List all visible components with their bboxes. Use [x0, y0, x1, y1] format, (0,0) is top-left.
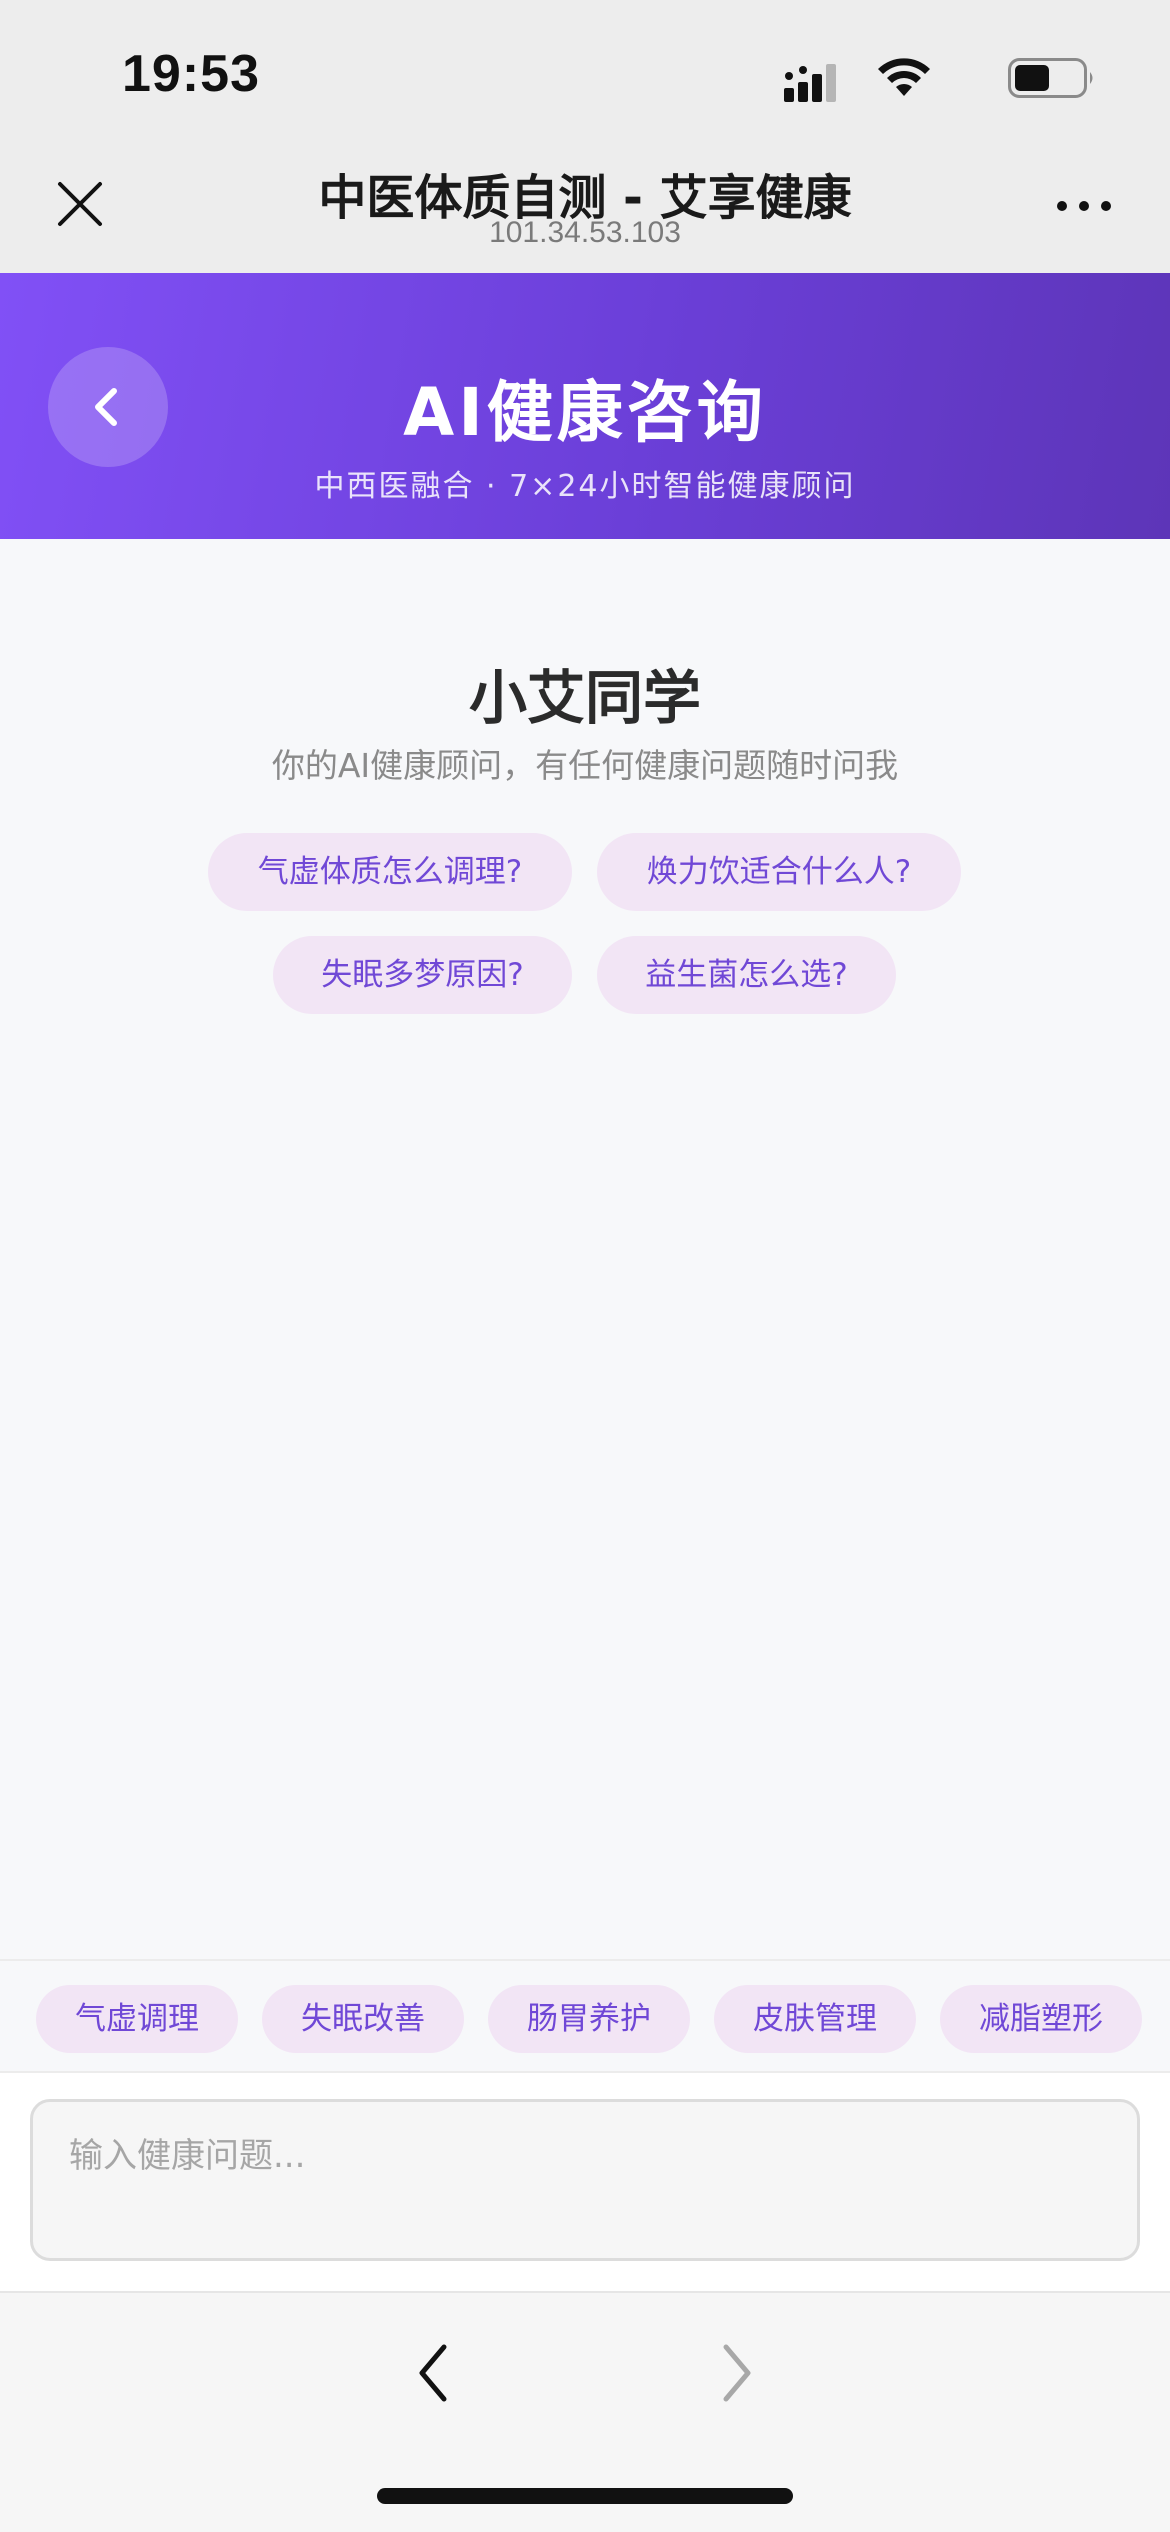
quick-tag[interactable]: 失眠改善 [262, 1985, 464, 2053]
browser-nav-bar: 中医体质自测 - 艾享健康 101.34.53.103 [0, 140, 1170, 273]
status-bar: 19:53 [0, 0, 1170, 140]
quick-tag[interactable]: 气虚调理 [36, 1985, 238, 2053]
wifi-icon [878, 58, 930, 96]
browser-back-icon[interactable] [410, 2333, 460, 2413]
page-header: AI健康咨询 中西医融合 · 7×24小时智能健康顾问 [0, 273, 1170, 539]
page-title: AI健康咨询 [403, 374, 767, 451]
battery-icon [1008, 58, 1093, 98]
more-options-icon[interactable] [1056, 198, 1112, 214]
assistant-description: 你的AI健康顾问，有任何健康问题随时问我 [271, 746, 899, 785]
cellular-signal-icon [784, 64, 836, 102]
quick-tag[interactable]: 肠胃养护 [488, 1985, 690, 2053]
status-icons [696, 52, 1096, 102]
input-panel [0, 2071, 1170, 2291]
quick-tags-row[interactable]: 气虚调理 失眠改善 肠胃养护 皮肤管理 减脂塑形 [0, 1959, 1170, 2071]
home-indicator [377, 2488, 793, 2504]
suggestion-chip[interactable]: 焕力饮适合什么人? [597, 833, 961, 911]
browser-url: 101.34.53.103 [489, 216, 681, 249]
quick-tag[interactable]: 皮肤管理 [714, 1985, 916, 2053]
chat-area: 小艾同学 你的AI健康顾问，有任何健康问题随时问我 气虚体质怎么调理? 焕力饮适… [0, 539, 1170, 1959]
browser-forward-icon[interactable] [710, 2333, 760, 2413]
message-input[interactable] [30, 2099, 1140, 2261]
suggestion-chip[interactable]: 失眠多梦原因? [273, 936, 572, 1014]
suggestion-chip[interactable]: 气虚体质怎么调理? [208, 833, 572, 911]
status-time: 19:53 [122, 45, 260, 103]
quick-tag[interactable]: 减脂塑形 [940, 1985, 1142, 2053]
suggestion-chip[interactable]: 益生菌怎么选? [597, 936, 896, 1014]
page-subtitle: 中西医融合 · 7×24小时智能健康顾问 [314, 469, 856, 504]
assistant-name: 小艾同学 [468, 664, 701, 732]
